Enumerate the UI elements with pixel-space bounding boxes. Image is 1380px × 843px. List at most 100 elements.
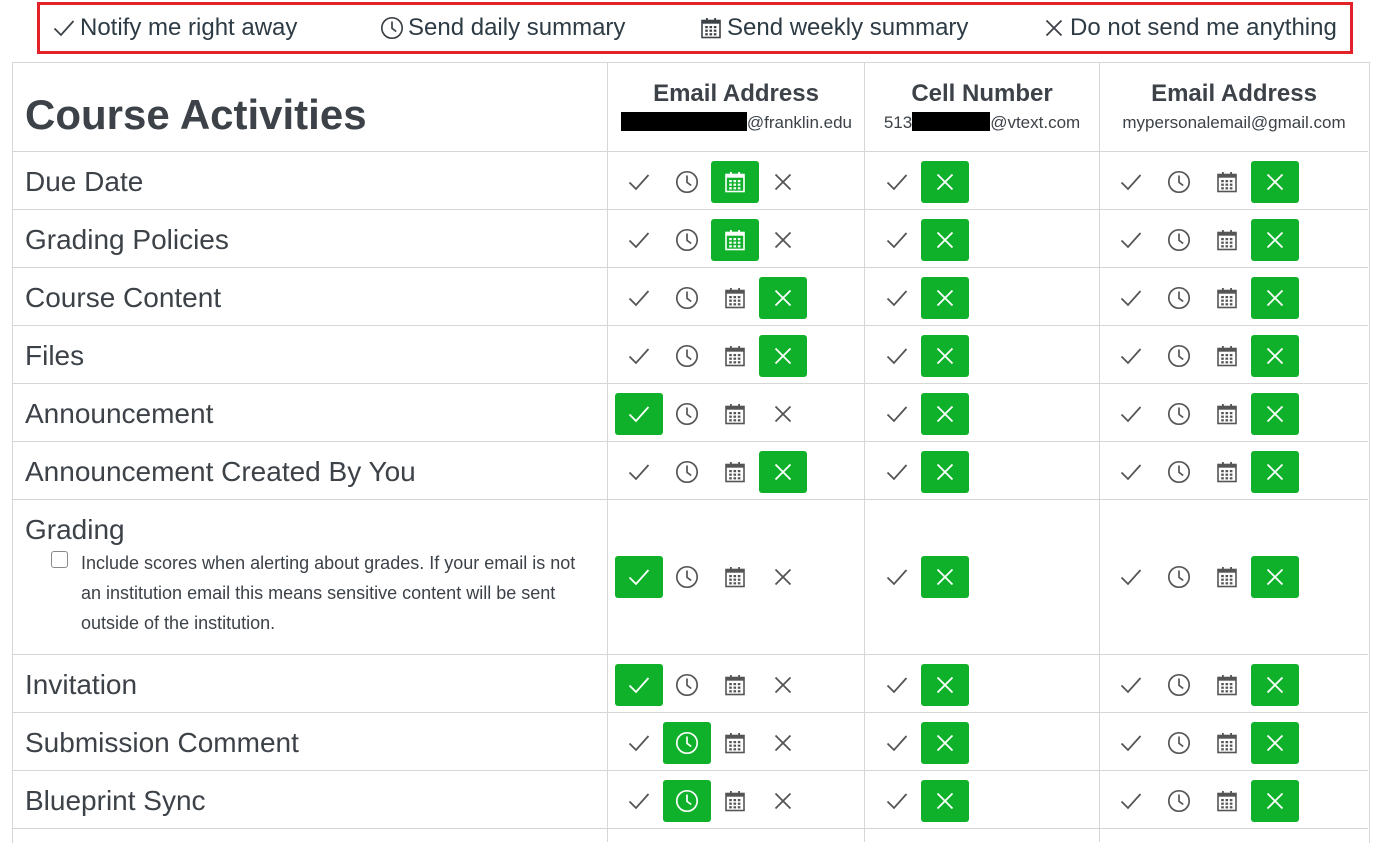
- option-clock-button[interactable]: [663, 722, 711, 764]
- option-calendar-button[interactable]: [711, 393, 759, 435]
- option-calendar-button[interactable]: [1203, 780, 1251, 822]
- option-calendar-button[interactable]: [1203, 722, 1251, 764]
- option-calendar-button[interactable]: [711, 277, 759, 319]
- option-clock-button[interactable]: [663, 664, 711, 706]
- option-clock-button[interactable]: [1155, 664, 1203, 706]
- option-calendar-button[interactable]: [1203, 556, 1251, 598]
- option-check-button[interactable]: [615, 277, 663, 319]
- include-scores-checkbox[interactable]: [51, 551, 68, 568]
- option-x-button[interactable]: [759, 277, 807, 319]
- option-x-button[interactable]: [921, 277, 969, 319]
- option-check-button[interactable]: [873, 556, 921, 598]
- option-check-button[interactable]: [1107, 722, 1155, 764]
- option-x-button[interactable]: [921, 161, 969, 203]
- option-clock-button[interactable]: [1155, 335, 1203, 377]
- option-check-button[interactable]: [1107, 219, 1155, 261]
- option-clock-button[interactable]: [663, 393, 711, 435]
- option-x-button[interactable]: [759, 335, 807, 377]
- option-clock-button[interactable]: [663, 780, 711, 822]
- option-check-button[interactable]: [615, 780, 663, 822]
- option-x-button[interactable]: [921, 780, 969, 822]
- option-x-button[interactable]: [1251, 664, 1299, 706]
- option-check-button[interactable]: [1107, 335, 1155, 377]
- option-check-button[interactable]: [873, 393, 921, 435]
- option-calendar-button[interactable]: [711, 722, 759, 764]
- option-x-button[interactable]: [921, 664, 969, 706]
- option-check-button[interactable]: [615, 722, 663, 764]
- option-check-button[interactable]: [1107, 277, 1155, 319]
- option-x-button[interactable]: [1251, 277, 1299, 319]
- option-x-button[interactable]: [1251, 393, 1299, 435]
- option-x-button[interactable]: [1251, 780, 1299, 822]
- option-clock-button[interactable]: [1155, 277, 1203, 319]
- option-x-button[interactable]: [921, 393, 969, 435]
- option-check-button[interactable]: [873, 161, 921, 203]
- option-calendar-button[interactable]: [711, 664, 759, 706]
- option-check-button[interactable]: [873, 335, 921, 377]
- option-check-button[interactable]: [873, 664, 921, 706]
- option-x-button[interactable]: [921, 722, 969, 764]
- option-check-button[interactable]: [873, 451, 921, 493]
- option-check-button[interactable]: [873, 780, 921, 822]
- option-clock-button[interactable]: [663, 219, 711, 261]
- option-x-button[interactable]: [921, 219, 969, 261]
- option-x-button[interactable]: [759, 664, 807, 706]
- option-x-button[interactable]: [759, 219, 807, 261]
- option-check-button[interactable]: [615, 219, 663, 261]
- option-clock-button[interactable]: [663, 335, 711, 377]
- option-check-button[interactable]: [615, 451, 663, 493]
- option-clock-button[interactable]: [663, 451, 711, 493]
- option-x-button[interactable]: [759, 722, 807, 764]
- option-x-button[interactable]: [759, 780, 807, 822]
- option-clock-button[interactable]: [1155, 161, 1203, 203]
- option-check-button[interactable]: [615, 556, 663, 598]
- option-calendar-button[interactable]: [1203, 393, 1251, 435]
- option-check-button[interactable]: [873, 219, 921, 261]
- option-check-button[interactable]: [1107, 161, 1155, 203]
- option-calendar-button[interactable]: [1203, 277, 1251, 319]
- option-x-button[interactable]: [759, 161, 807, 203]
- option-x-button[interactable]: [1251, 556, 1299, 598]
- option-x-button[interactable]: [759, 556, 807, 598]
- option-calendar-button[interactable]: [711, 451, 759, 493]
- option-check-button[interactable]: [873, 277, 921, 319]
- option-calendar-button[interactable]: [1203, 335, 1251, 377]
- option-x-button[interactable]: [921, 556, 969, 598]
- option-check-button[interactable]: [1107, 556, 1155, 598]
- option-clock-button[interactable]: [1155, 722, 1203, 764]
- option-clock-button[interactable]: [1155, 393, 1203, 435]
- option-x-button[interactable]: [921, 451, 969, 493]
- option-calendar-button[interactable]: [711, 556, 759, 598]
- option-calendar-button[interactable]: [1203, 451, 1251, 493]
- option-clock-button[interactable]: [663, 556, 711, 598]
- option-calendar-button[interactable]: [711, 780, 759, 822]
- option-check-button[interactable]: [873, 722, 921, 764]
- option-x-button[interactable]: [759, 451, 807, 493]
- option-x-button[interactable]: [921, 335, 969, 377]
- option-calendar-button[interactable]: [711, 161, 759, 203]
- option-calendar-button[interactable]: [1203, 161, 1251, 203]
- option-check-button[interactable]: [615, 664, 663, 706]
- option-calendar-button[interactable]: [1203, 219, 1251, 261]
- option-calendar-button[interactable]: [711, 335, 759, 377]
- option-check-button[interactable]: [615, 161, 663, 203]
- option-clock-button[interactable]: [1155, 451, 1203, 493]
- option-clock-button[interactable]: [1155, 556, 1203, 598]
- option-clock-button[interactable]: [1155, 780, 1203, 822]
- option-check-button[interactable]: [615, 393, 663, 435]
- option-x-button[interactable]: [1251, 722, 1299, 764]
- option-check-button[interactable]: [1107, 393, 1155, 435]
- option-calendar-button[interactable]: [711, 219, 759, 261]
- option-clock-button[interactable]: [663, 161, 711, 203]
- option-x-button[interactable]: [1251, 451, 1299, 493]
- option-clock-button[interactable]: [663, 277, 711, 319]
- option-calendar-button[interactable]: [1203, 664, 1251, 706]
- option-check-button[interactable]: [1107, 451, 1155, 493]
- option-x-button[interactable]: [1251, 161, 1299, 203]
- option-check-button[interactable]: [1107, 780, 1155, 822]
- option-x-button[interactable]: [1251, 335, 1299, 377]
- option-x-button[interactable]: [1251, 219, 1299, 261]
- option-clock-button[interactable]: [1155, 219, 1203, 261]
- option-x-button[interactable]: [759, 393, 807, 435]
- option-check-button[interactable]: [615, 335, 663, 377]
